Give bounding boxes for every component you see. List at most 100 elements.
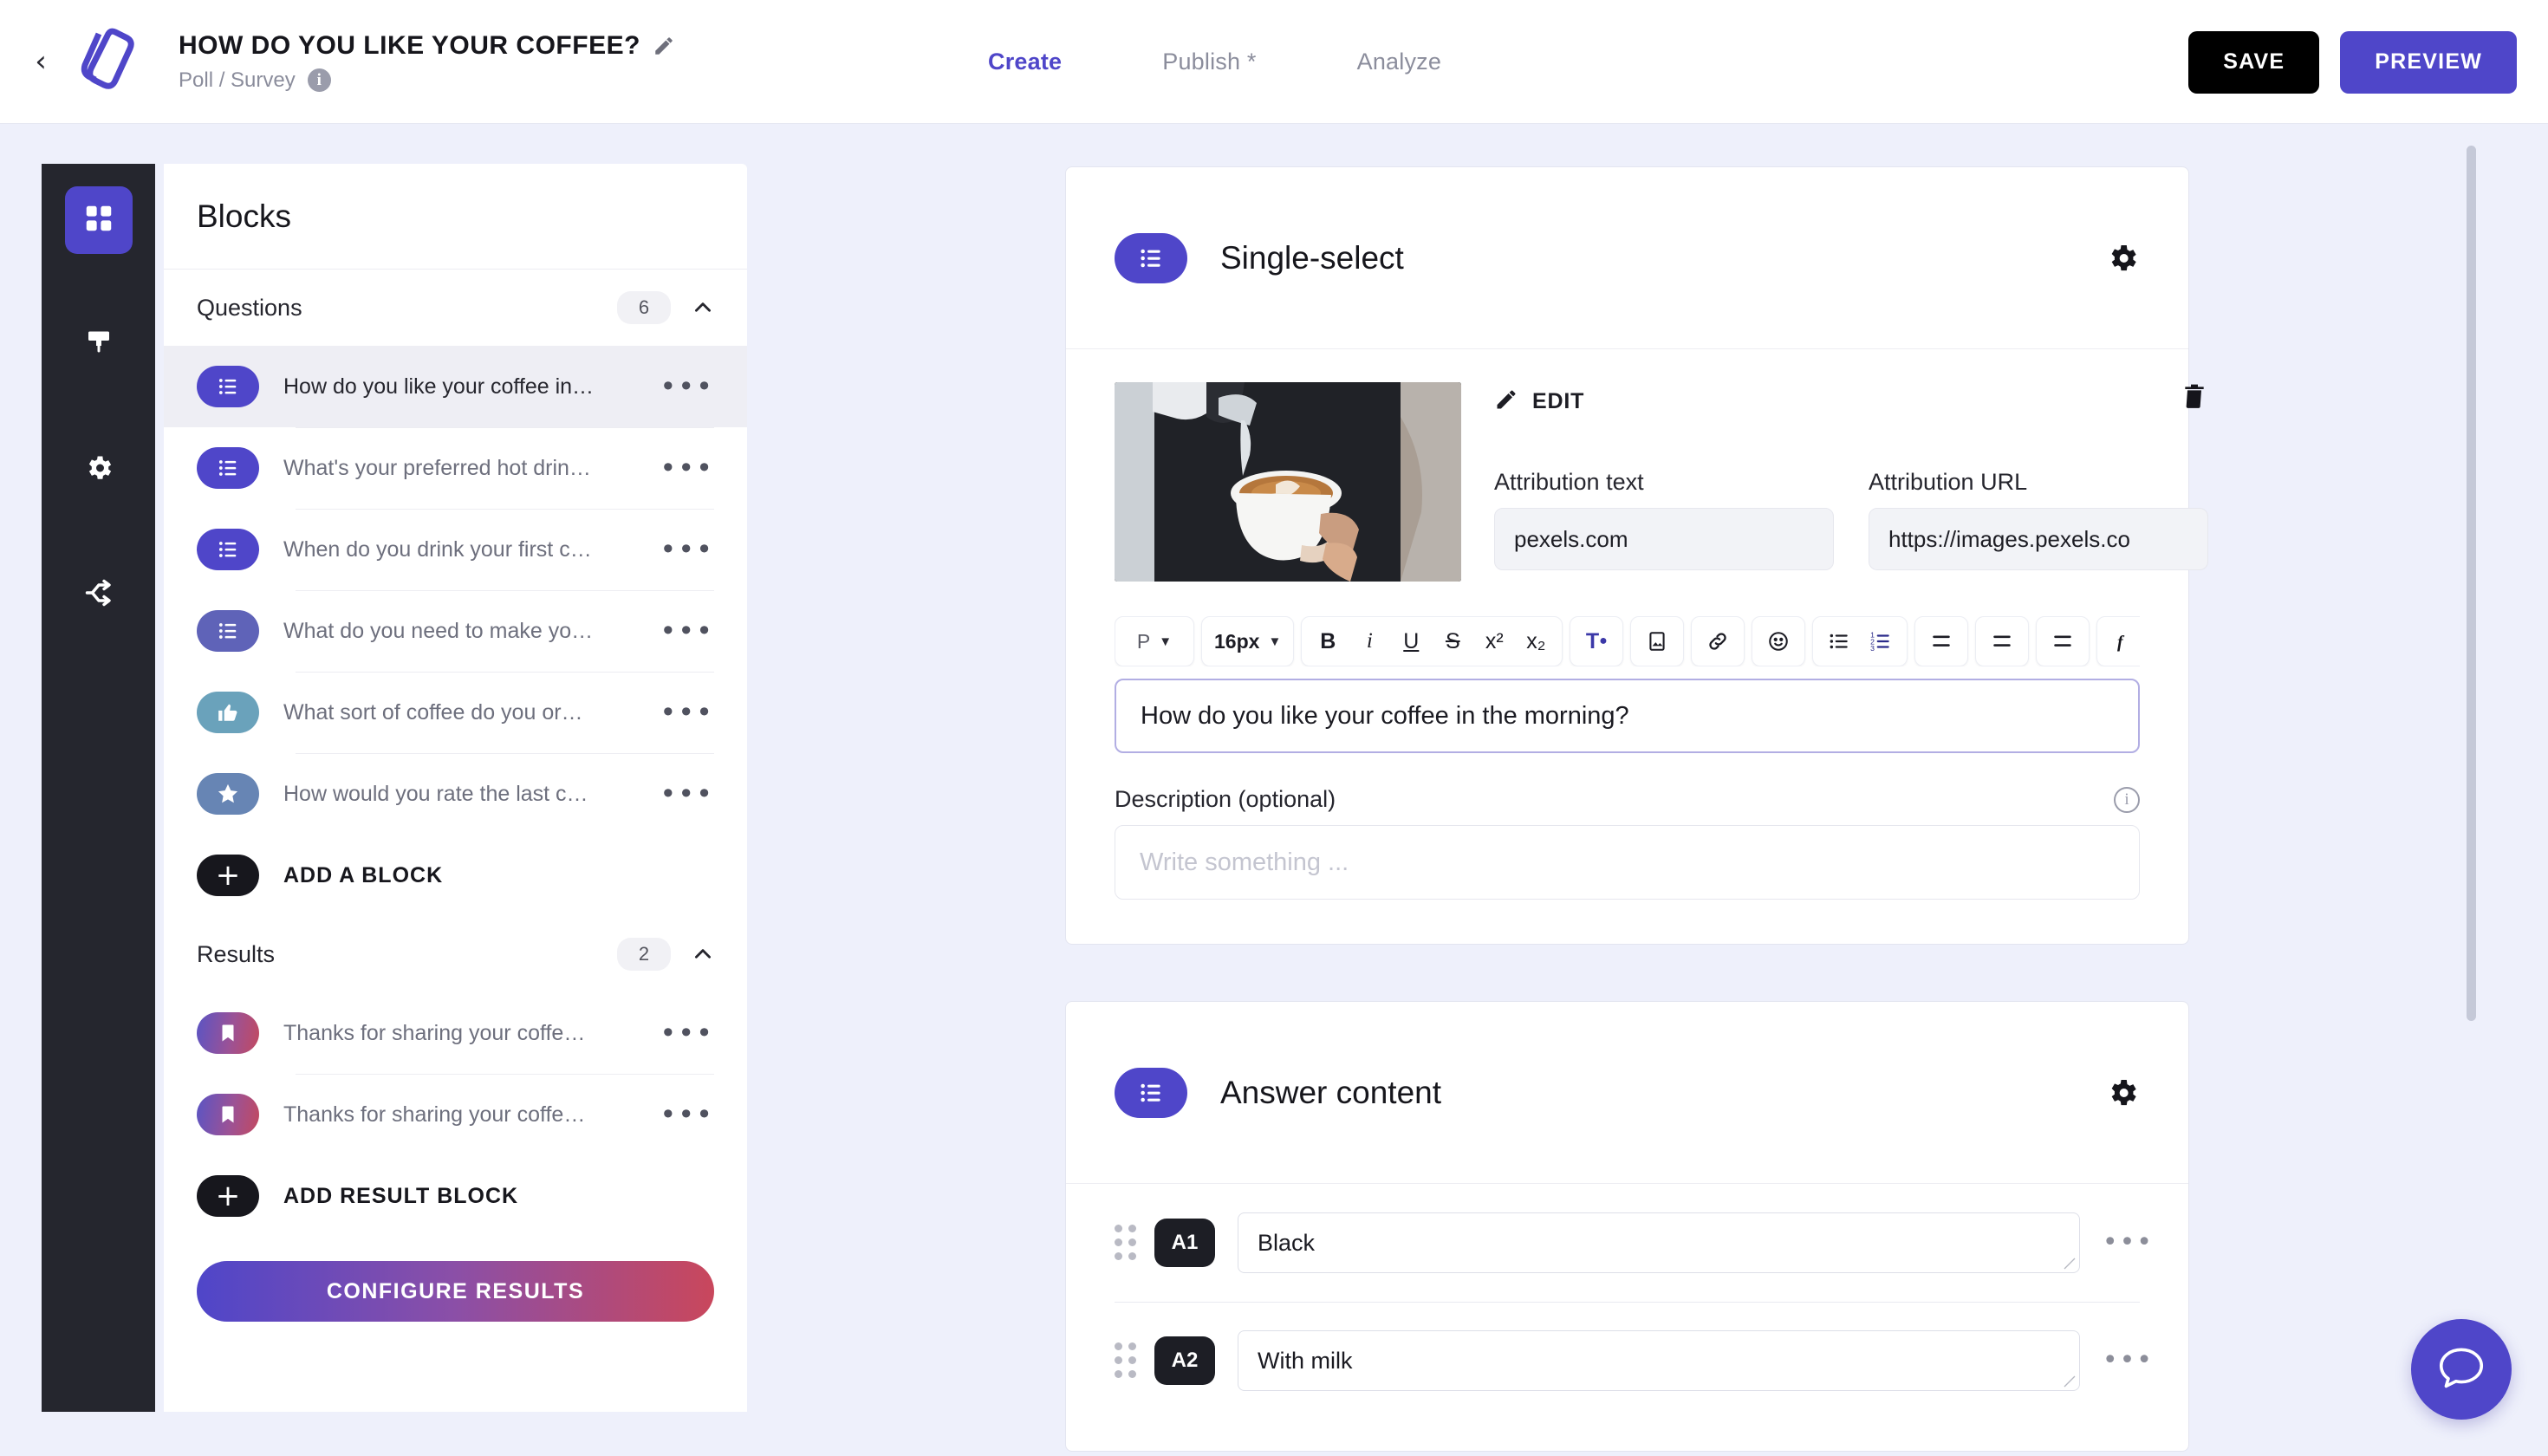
bold-button[interactable]: B [1309,621,1347,661]
tab-create[interactable]: Create [988,49,1062,75]
numbered-list-icon[interactable]: 123 [1862,621,1900,661]
rail-item-logic[interactable] [65,561,133,628]
rail-item-design[interactable] [65,311,133,379]
result-menu-icon[interactable]: ••• [647,1101,714,1128]
rail-item-blocks[interactable] [64,186,133,254]
sidebar-question-3[interactable]: When do you drink your first c… ••• [164,509,747,590]
vertical-scrollbar-thumb[interactable] [2467,146,2476,1021]
add-a-block-button[interactable]: + ADD A BLOCK [164,835,747,916]
answer-menu-icon[interactable]: ••• [2103,1348,2154,1374]
strikethrough-button[interactable]: S [1433,621,1472,661]
sidebar-question-4[interactable]: What do you need to make yo… ••• [164,590,747,672]
answer-content-card-header: Answer content [1066,1002,2188,1184]
description-field[interactable] [1115,825,2140,900]
bullet-list-icon[interactable] [1820,621,1858,661]
align-right-icon[interactable] [2044,621,2082,661]
top-bar-actions: SAVE PREVIEW [2188,0,2517,124]
edit-image-button[interactable]: EDIT [1494,387,1584,416]
single-select-icon [197,529,259,570]
answer-menu-icon[interactable]: ••• [2103,1230,2154,1256]
question-menu-icon[interactable]: ••• [647,454,714,482]
sidebar-question-label: How would you rate the last c… [283,781,588,806]
sidebar-result-2[interactable]: Thanks for sharing your coffe… ••• [164,1074,747,1155]
answer-text-field[interactable] [1238,1330,2080,1391]
results-count-badge: 2 [617,938,671,971]
configure-results-button[interactable]: CONFIGURE RESULTS [197,1261,714,1322]
app-logo-icon[interactable] [68,20,151,103]
sidebar-question-label: How do you like your coffee in… [283,374,595,399]
info-icon[interactable]: i [307,68,331,92]
sidebar-question-6[interactable]: How would you rate the last c… ••• [164,753,747,835]
attribution-text-input[interactable] [1494,508,1834,570]
questions-count-badge: 6 [617,291,671,324]
attribution-url-input[interactable] [1869,508,2208,570]
font-size-dropdown[interactable]: 16px ▼ [1209,621,1286,661]
results-section-header[interactable]: Results 2 [164,916,747,992]
plus-icon: + [197,855,259,896]
sidebar-question-label: What sort of coffee do you or… [283,699,583,725]
blocks-panel: Blocks Questions 6 How do you like your … [164,164,747,1412]
chat-bubble-button[interactable] [2411,1319,2512,1420]
superscript-button[interactable]: x² [1475,621,1513,661]
question-text-field[interactable] [1115,679,2140,753]
paragraph-style-dropdown[interactable]: P ▼ [1122,621,1186,661]
chevron-up-icon[interactable] [692,296,714,319]
align-left-icon[interactable] [1922,621,1960,661]
back-chevron-icon[interactable]: ‹ [26,47,55,76]
tab-analyze[interactable]: Analyze [1357,49,1441,75]
gear-icon[interactable] [2105,1076,2140,1110]
chevron-up-icon[interactable] [692,943,714,965]
align-center-icon[interactable] [1983,621,2021,661]
rail-item-settings[interactable] [65,436,133,504]
answer-text-input[interactable] [1258,1347,2060,1375]
pencil-icon[interactable] [653,35,675,57]
sidebar-question-5[interactable]: What sort of coffee do you or… ••• [164,672,747,753]
blocks-panel-header: Blocks [164,164,747,270]
sidebar-question-label: What do you need to make yo… [283,618,594,643]
gear-icon[interactable] [2105,241,2140,276]
answer-text-field[interactable] [1238,1212,2080,1273]
result-menu-icon[interactable]: ••• [647,1019,714,1047]
question-image[interactable] [1115,382,1461,582]
gear-icon [83,452,114,488]
italic-button[interactable]: i [1350,621,1388,661]
question-menu-icon[interactable]: ••• [647,373,714,400]
image-icon[interactable] [1638,621,1676,661]
answer-content-title: Answer content [1220,1074,1442,1110]
single-select-title: Single-select [1220,239,1404,276]
save-button[interactable]: SAVE [2188,30,2320,94]
sidebar-question-1[interactable]: How do you like your coffee in… ••• [164,346,747,427]
add-result-block-button[interactable]: + ADD RESULT BLOCK [164,1155,747,1237]
question-menu-icon[interactable]: ••• [647,536,714,563]
question-text-input[interactable] [1141,701,2114,731]
info-icon[interactable]: i [2114,786,2140,813]
subscript-button[interactable]: x₂ [1517,621,1555,661]
attribution-row: Attribution text Attribution URL [1494,469,2208,570]
emoji-icon[interactable] [1759,621,1797,661]
single-select-icon [1115,232,1187,283]
question-menu-icon[interactable]: ••• [647,780,714,808]
text-color-button[interactable]: T ● [1577,621,1615,661]
share-branch-icon [83,577,114,613]
underline-button[interactable]: U [1392,621,1430,661]
svg-text:3: 3 [1870,644,1875,653]
thumbs-up-icon [197,692,259,733]
sidebar-result-label: Thanks for sharing your coffe… [283,1102,586,1127]
tab-publish[interactable]: Publish * [1162,49,1256,75]
question-menu-icon[interactable]: ••• [647,617,714,645]
description-input[interactable] [1140,848,2115,877]
plus-icon: + [197,1175,259,1217]
drag-handle-icon[interactable] [1115,1225,1137,1260]
trash-icon[interactable] [2181,382,2208,414]
sidebar-result-1[interactable]: Thanks for sharing your coffe… ••• [164,992,747,1074]
sidebar-question-2[interactable]: What's your preferred hot drin… ••• [164,427,747,509]
questions-section-header[interactable]: Questions 6 [164,270,747,346]
answer-text-input[interactable] [1258,1229,2060,1257]
pencil-icon [1494,387,1518,416]
link-icon[interactable] [1699,621,1737,661]
formula-icon[interactable]: f [2104,621,2140,661]
drag-handle-icon[interactable] [1115,1342,1137,1378]
question-menu-icon[interactable]: ••• [647,699,714,726]
preview-button[interactable]: PREVIEW [2340,30,2517,94]
rich-text-toolbar: P ▼ 16px ▼ B i U S x² x₂ T ● 1 2 3 f [1115,616,2140,666]
